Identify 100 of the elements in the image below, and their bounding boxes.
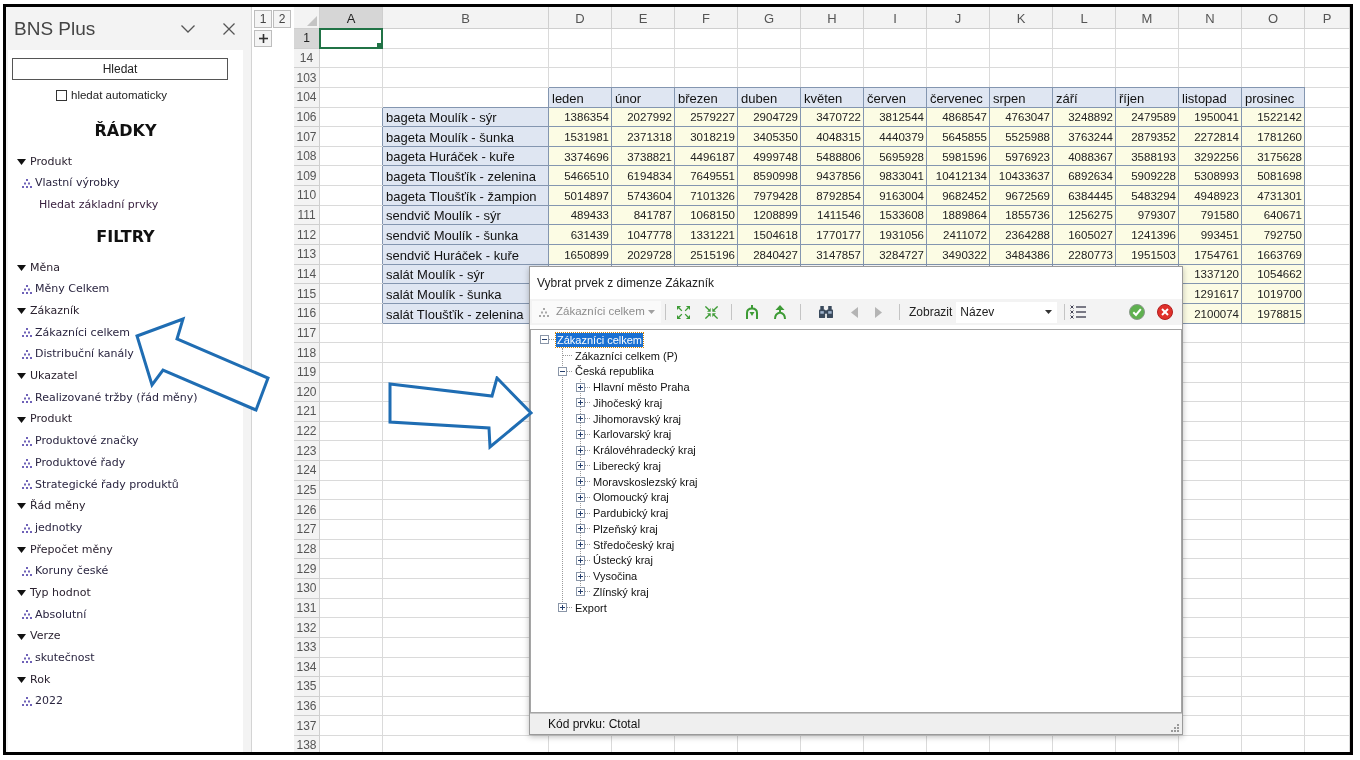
- row-header[interactable]: 118: [294, 343, 320, 363]
- row-header[interactable]: 117: [294, 323, 320, 344]
- member-item[interactable]: Produktové řady: [35, 454, 126, 472]
- dimension-label[interactable]: Řád měny: [30, 498, 86, 515]
- dimension-label[interactable]: Produkt: [30, 153, 73, 171]
- expand-box-icon[interactable]: [576, 477, 590, 487]
- outline-expand-button[interactable]: [254, 30, 272, 48]
- row-header[interactable]: 106: [294, 107, 320, 128]
- close-icon[interactable]: [223, 22, 235, 35]
- tree-item[interactable]: Jihomoravský kraj: [592, 411, 683, 426]
- expand-box-icon[interactable]: [558, 603, 572, 613]
- check-circle-icon[interactable]: [1129, 304, 1146, 320]
- row-header[interactable]: 116: [294, 303, 320, 324]
- triangle-down-icon[interactable]: [17, 503, 26, 510]
- expand-box-icon[interactable]: [576, 398, 590, 408]
- active-cell[interactable]: [319, 28, 383, 49]
- column-header[interactable]: B: [383, 7, 549, 29]
- expand-box-icon[interactable]: [576, 414, 590, 424]
- tree-item[interactable]: Plzeňský kraj: [592, 521, 659, 536]
- tree-item[interactable]: Zlínský kraj: [592, 584, 650, 599]
- member-item[interactable]: 2022: [35, 693, 63, 710]
- search-link[interactable]: Hledat základní prvky: [39, 196, 159, 214]
- row-header[interactable]: 115: [294, 284, 320, 304]
- column-header[interactable]: P: [1305, 7, 1350, 29]
- member-item[interactable]: Realizované tržby (řád měny): [35, 389, 198, 407]
- column-header[interactable]: K: [990, 7, 1053, 29]
- triangle-down-icon[interactable]: [17, 264, 26, 271]
- column-header[interactable]: L: [1053, 7, 1116, 29]
- triangle-down-icon[interactable]: [17, 373, 26, 380]
- tree-item[interactable]: Karlovarský kraj: [592, 427, 673, 442]
- column-header[interactable]: G: [738, 7, 801, 29]
- row-header[interactable]: 132: [294, 618, 320, 638]
- fill-handle-icon[interactable]: [377, 42, 382, 48]
- member-item[interactable]: Absolutní: [35, 606, 87, 624]
- tree-item[interactable]: Vysočina: [592, 569, 639, 584]
- display-select[interactable]: Název: [956, 301, 1058, 323]
- dimension-label[interactable]: Přepočet měny: [30, 541, 113, 559]
- triangle-down-icon[interactable]: [17, 590, 26, 597]
- tree-item[interactable]: Zákazníci celkem (P): [574, 348, 679, 363]
- member-item[interactable]: Koruny české: [35, 563, 109, 580]
- row-header[interactable]: 128: [294, 539, 320, 560]
- expand-box-icon[interactable]: [576, 587, 590, 597]
- column-header[interactable]: N: [1179, 7, 1242, 29]
- triangle-down-icon[interactable]: [17, 633, 26, 640]
- tree-item[interactable]: Česká republika: [574, 364, 655, 379]
- row-header[interactable]: 138: [294, 736, 320, 752]
- row-header[interactable]: 136: [294, 696, 320, 717]
- column-header[interactable]: A: [320, 7, 383, 29]
- tree-item[interactable]: Pardubický kraj: [592, 506, 670, 521]
- collapse-all-icon[interactable]: [705, 305, 718, 319]
- column-header[interactable]: O: [1242, 7, 1305, 29]
- member-item[interactable]: skutečnost: [35, 650, 95, 667]
- fork-arrow-down-icon[interactable]: [746, 305, 758, 319]
- column-header[interactable]: I: [864, 7, 927, 29]
- dimension-label[interactable]: Ukazatel: [30, 368, 78, 385]
- member-item[interactable]: Zákazníci celkem: [35, 324, 130, 342]
- dimension-label[interactable]: Produkt: [30, 411, 73, 428]
- expand-box-icon[interactable]: [576, 508, 590, 518]
- member-item[interactable]: Vlastní výrobky: [35, 175, 120, 192]
- column-header[interactable]: M: [1116, 7, 1179, 29]
- expand-box-icon[interactable]: [576, 571, 590, 581]
- row-header[interactable]: 112: [294, 225, 320, 246]
- triangle-down-icon[interactable]: [17, 676, 26, 683]
- expand-box-icon[interactable]: [576, 524, 590, 534]
- column-header[interactable]: F: [675, 7, 738, 29]
- tree-item[interactable]: Liberecký kraj: [592, 458, 662, 473]
- list-icon[interactable]: [1070, 305, 1087, 319]
- member-item[interactable]: Produktové značky: [35, 433, 139, 450]
- tree-item[interactable]: Ústecký kraj: [592, 553, 654, 568]
- row-header[interactable]: 134: [294, 657, 320, 678]
- column-header[interactable]: J: [927, 7, 990, 29]
- row-header[interactable]: 104: [294, 87, 320, 108]
- row-header[interactable]: 111: [294, 205, 320, 226]
- row-header[interactable]: 133: [294, 637, 320, 658]
- dimension-label[interactable]: Verze: [30, 628, 61, 645]
- row-header[interactable]: 109: [294, 166, 320, 187]
- row-header[interactable]: 120: [294, 382, 320, 403]
- search-button[interactable]: Hledat: [12, 58, 228, 80]
- row-header[interactable]: 131: [294, 598, 320, 619]
- column-header[interactable]: H: [801, 7, 864, 29]
- chevron-down-icon[interactable]: [181, 24, 195, 33]
- row-header[interactable]: 126: [294, 500, 320, 520]
- row-header[interactable]: 121: [294, 402, 320, 422]
- fork-arrow-up-icon[interactable]: [774, 305, 786, 319]
- row-header[interactable]: 113: [294, 245, 320, 265]
- tree-item[interactable]: Královéhradecký kraj: [592, 443, 697, 458]
- member-item[interactable]: Distribuční kanály: [35, 346, 134, 363]
- row-header[interactable]: 123: [294, 441, 320, 462]
- tree-item[interactable]: Středočeský kraj: [592, 537, 676, 552]
- expand-box-icon[interactable]: [576, 540, 590, 550]
- row-header[interactable]: 1: [294, 29, 320, 49]
- expand-box-icon[interactable]: [576, 461, 590, 471]
- tree-item[interactable]: Moravskoslezský kraj: [592, 474, 699, 489]
- row-header[interactable]: 103: [294, 68, 320, 88]
- resize-grip-icon[interactable]: [1171, 724, 1179, 732]
- checkbox-label[interactable]: hledat automaticky: [71, 86, 167, 105]
- expand-box-icon[interactable]: [576, 382, 590, 392]
- row-header[interactable]: 125: [294, 480, 320, 501]
- expand-box-icon[interactable]: [576, 445, 590, 455]
- checkbox[interactable]: [56, 90, 67, 101]
